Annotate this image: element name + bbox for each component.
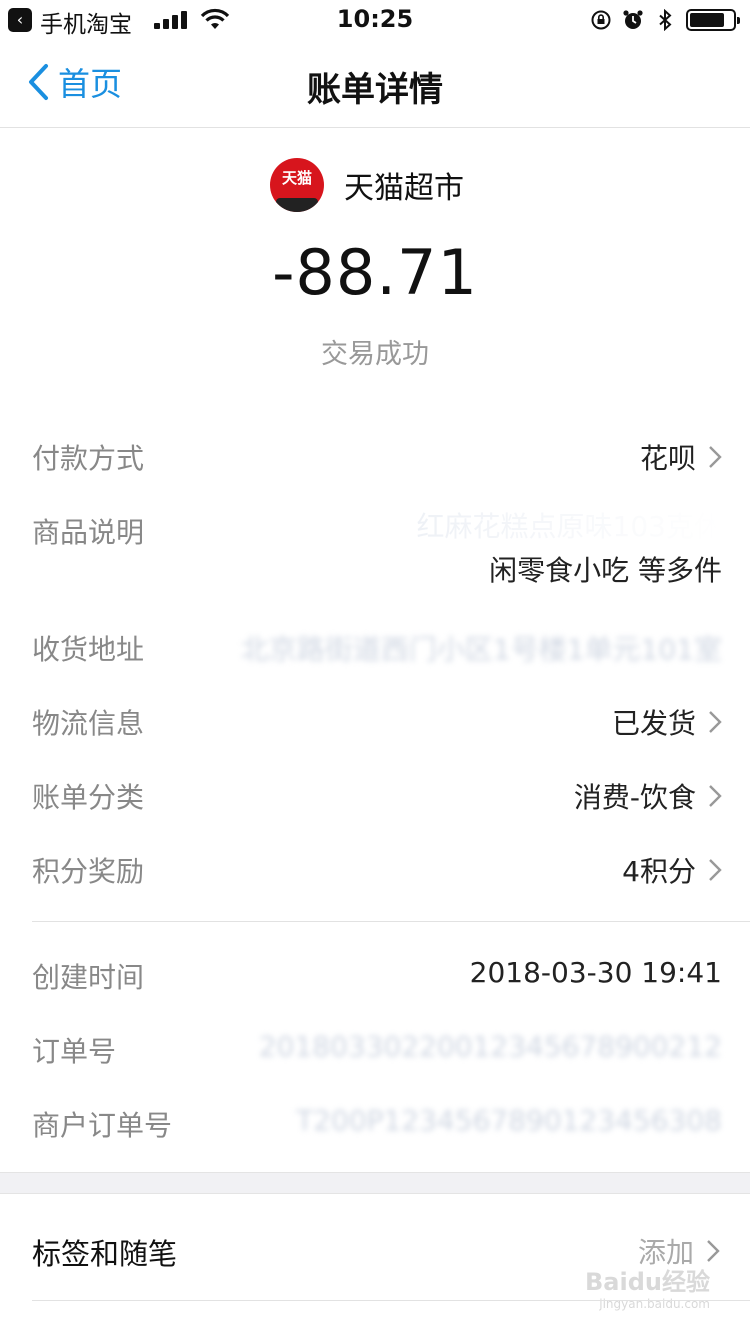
product-description-line1: 红麻花糕点原味103克休	[417, 505, 722, 549]
category-label: 账单分类	[32, 781, 145, 814]
logistics-row[interactable]: 物流信息 已发货	[32, 702, 722, 742]
chevron-right-icon	[709, 785, 722, 807]
bluetooth-icon	[659, 9, 672, 31]
payment-method-row[interactable]: 付款方式 花呗	[32, 437, 722, 477]
payment-method-value-wrap: 花呗	[640, 437, 722, 477]
product-description-label: 商品说明	[32, 516, 145, 549]
merchant-order-number-row: 商户订单号 T200P1234567890123456308	[32, 1104, 722, 1144]
transaction-status: 交易成功	[321, 339, 429, 370]
cat-face-icon	[276, 198, 318, 212]
order-number-value: 20180330220012345678900212	[258, 1030, 722, 1063]
battery-icon	[686, 9, 740, 31]
section-gap	[0, 1172, 750, 1194]
created-time-value: 2018-03-30 19:41	[469, 956, 722, 989]
logistics-value-wrap: 已发货	[612, 702, 722, 742]
page-title: 账单详情	[307, 70, 443, 110]
category-row[interactable]: 账单分类 消费-饮食	[32, 776, 722, 816]
product-description-value: 红麻花糕点原味103克休 闲零食小吃 等多件	[417, 505, 722, 593]
status-icons	[590, 8, 740, 32]
section-divider	[32, 921, 750, 922]
merchant-name: 天猫超市	[344, 171, 464, 206]
product-description-row: 商品说明 红麻花糕点原味103克休 闲零食小吃 等多件	[32, 510, 722, 601]
points-label: 积分奖励	[32, 855, 145, 888]
category-value: 消费-饮食	[573, 781, 696, 814]
order-number-row: 订单号 20180330220012345678900212	[32, 1030, 722, 1070]
baidu-watermark: Baidu经验 jingyan.baidu.com	[585, 1262, 710, 1311]
points-value: 4积分	[622, 855, 696, 888]
alarm-icon	[623, 10, 643, 29]
created-time-label: 创建时间	[32, 961, 145, 994]
nav-bar: 首页 账单详情	[0, 40, 750, 128]
logistics-value: 已发货	[611, 707, 696, 740]
points-value-wrap: 4积分	[622, 850, 722, 890]
merchant-order-number-label: 商户订单号	[32, 1109, 173, 1142]
order-number-label: 订单号	[32, 1035, 117, 1068]
payment-method-label: 付款方式	[32, 442, 145, 475]
merchant-order-number-value: T200P1234567890123456308	[296, 1104, 722, 1137]
rotation-lock-icon	[591, 10, 611, 30]
product-description-line2: 闲零食小吃 等多件	[489, 554, 722, 587]
chevron-right-icon	[709, 711, 722, 733]
created-time-row: 创建时间 2018-03-30 19:41	[32, 956, 722, 996]
bottom-divider	[32, 1300, 750, 1301]
chevron-right-icon	[707, 1240, 720, 1262]
address-row: 收货地址 北京路街道西门小区1号楼1单元101室	[32, 628, 722, 668]
merchant-logo-text: 天猫	[281, 169, 312, 187]
tags-notes-label: 标签和随笔	[32, 1237, 178, 1271]
status-bar: ‹ 手机淘宝 10:25	[0, 0, 750, 40]
category-value-wrap: 消费-饮食	[574, 776, 722, 816]
chevron-right-icon	[709, 446, 722, 468]
points-row[interactable]: 积分奖励 4积分	[32, 850, 722, 890]
watermark-brand: Baidu经验	[585, 1268, 710, 1296]
logistics-label: 物流信息	[32, 707, 145, 740]
chevron-right-icon	[709, 859, 722, 881]
merchant-logo: 天猫	[270, 158, 324, 212]
address-value: 北京路街道西门小区1号楼1单元101室	[240, 633, 722, 666]
merchant-info: 天猫 天猫超市	[270, 158, 464, 212]
payment-method-value: 花呗	[639, 442, 696, 475]
transaction-amount: -88.71	[272, 236, 478, 309]
address-label: 收货地址	[32, 633, 145, 666]
